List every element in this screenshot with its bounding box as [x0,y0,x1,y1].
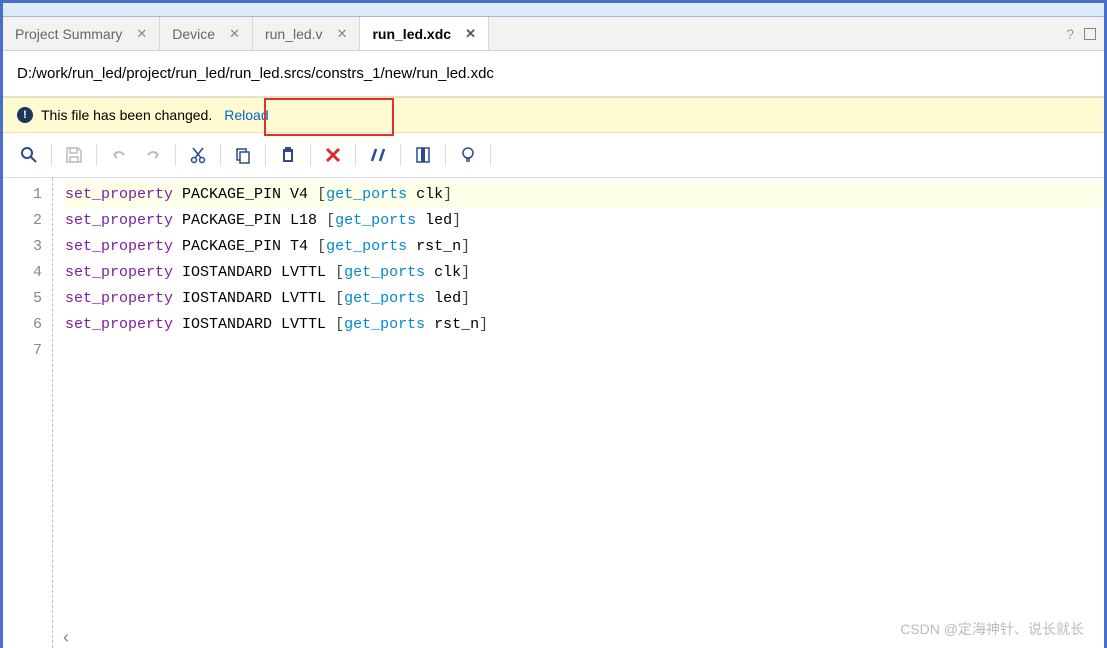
info-icon: ! [17,107,33,123]
code-line[interactable]: set_property PACKAGE_PIN V4 [get_ports c… [65,182,1104,208]
separator [355,144,356,166]
code-line[interactable]: set_property PACKAGE_PIN T4 [get_ports r… [65,234,1104,260]
line-number: 6 [3,312,42,338]
separator [400,144,401,166]
tab-run-led-v[interactable]: run_led.v ✕ [253,17,361,50]
tab-label: run_led.xdc [372,26,451,42]
line-number: 5 [3,286,42,312]
redo-icon[interactable] [137,141,169,169]
line-number: 1 [3,182,42,208]
code-line[interactable]: set_property IOSTANDARD LVTTL [get_ports… [65,286,1104,312]
code-line[interactable]: set_property PACKAGE_PIN L18 [get_ports … [65,208,1104,234]
bulb-icon[interactable] [452,141,484,169]
tab-bar: Project Summary ✕ Device ✕ run_led.v ✕ r… [3,17,1104,51]
annotation-highlight-box [264,98,394,136]
window-title-bar [3,3,1104,17]
cut-icon[interactable] [182,141,214,169]
paste-icon[interactable] [272,141,304,169]
file-path: D:/work/run_led/project/run_led/run_led.… [3,51,1104,97]
separator [175,144,176,166]
line-number: 2 [3,208,42,234]
code-line[interactable]: set_property IOSTANDARD LVTTL [get_ports… [65,312,1104,338]
delete-icon[interactable] [317,141,349,169]
code-line[interactable]: set_property IOSTANDARD LVTTL [get_ports… [65,260,1104,286]
separator [490,144,491,166]
tab-label: Device [172,26,215,42]
line-number: 4 [3,260,42,286]
tab-project-summary[interactable]: Project Summary ✕ [3,17,160,50]
separator [220,144,221,166]
close-icon[interactable]: ✕ [136,26,147,42]
watermark: CSDN @定海神针、说长就长 [900,619,1084,639]
column-select-icon[interactable] [407,141,439,169]
separator [51,144,52,166]
close-icon[interactable]: ✕ [337,26,348,42]
code-editor[interactable]: 1234567 set_property PACKAGE_PIN V4 [get… [3,178,1104,648]
save-icon[interactable] [58,141,90,169]
tab-label: Project Summary [15,26,122,42]
separator [96,144,97,166]
code-line[interactable] [65,338,1104,364]
reload-link[interactable]: Reload [224,107,268,123]
copy-icon[interactable] [227,141,259,169]
line-number: 3 [3,234,42,260]
help-icon[interactable]: ? [1066,26,1074,42]
tab-label: run_led.v [265,26,323,42]
separator [445,144,446,166]
separator [310,144,311,166]
code-content[interactable]: set_property PACKAGE_PIN V4 [get_ports c… [53,178,1104,648]
search-icon[interactable] [13,141,45,169]
separator [265,144,266,166]
line-number: 7 [3,338,42,364]
close-icon[interactable]: ✕ [465,26,476,42]
tab-device[interactable]: Device ✕ [160,17,253,50]
maximize-icon[interactable] [1084,28,1096,40]
undo-icon[interactable] [103,141,135,169]
editor-toolbar [3,133,1104,178]
line-gutter: 1234567 [3,178,53,648]
close-icon[interactable]: ✕ [229,26,240,42]
notification-text: This file has been changed. [41,107,212,123]
scroll-left-icon[interactable]: ‹ [63,627,69,648]
tab-run-led-xdc[interactable]: run_led.xdc ✕ [360,17,489,50]
notification-bar: ! This file has been changed. Reload [3,97,1104,133]
comment-icon[interactable] [362,141,394,169]
